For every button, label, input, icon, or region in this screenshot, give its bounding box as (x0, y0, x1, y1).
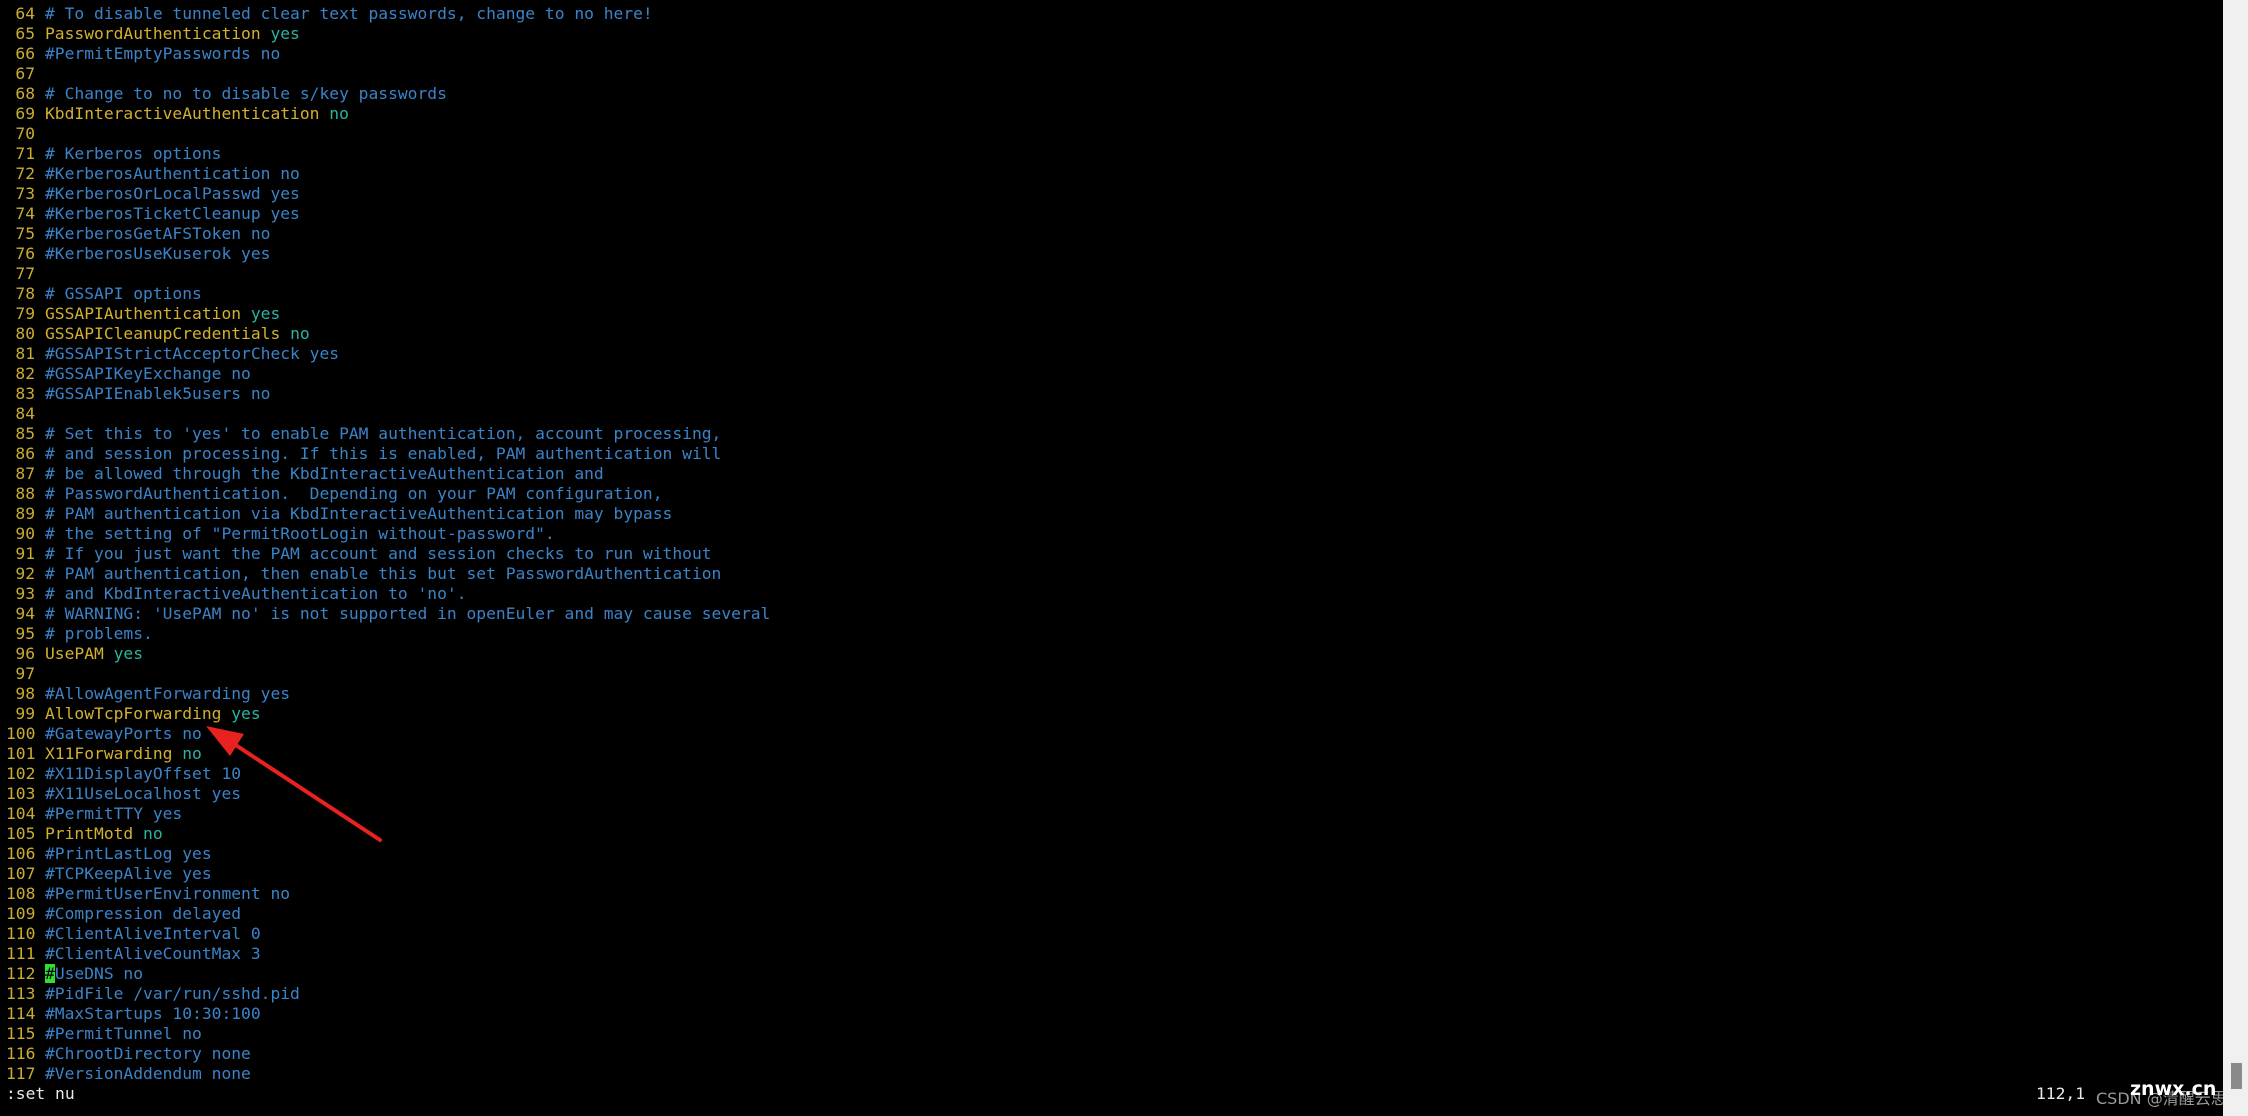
scrollbar-thumb[interactable] (2231, 1063, 2242, 1089)
annotation-arrow (206, 726, 382, 842)
vim-terminal[interactable]: 64 # To disable tunneled clear text passw… (0, 0, 2227, 1116)
vertical-scrollbar[interactable] (2223, 0, 2248, 1116)
